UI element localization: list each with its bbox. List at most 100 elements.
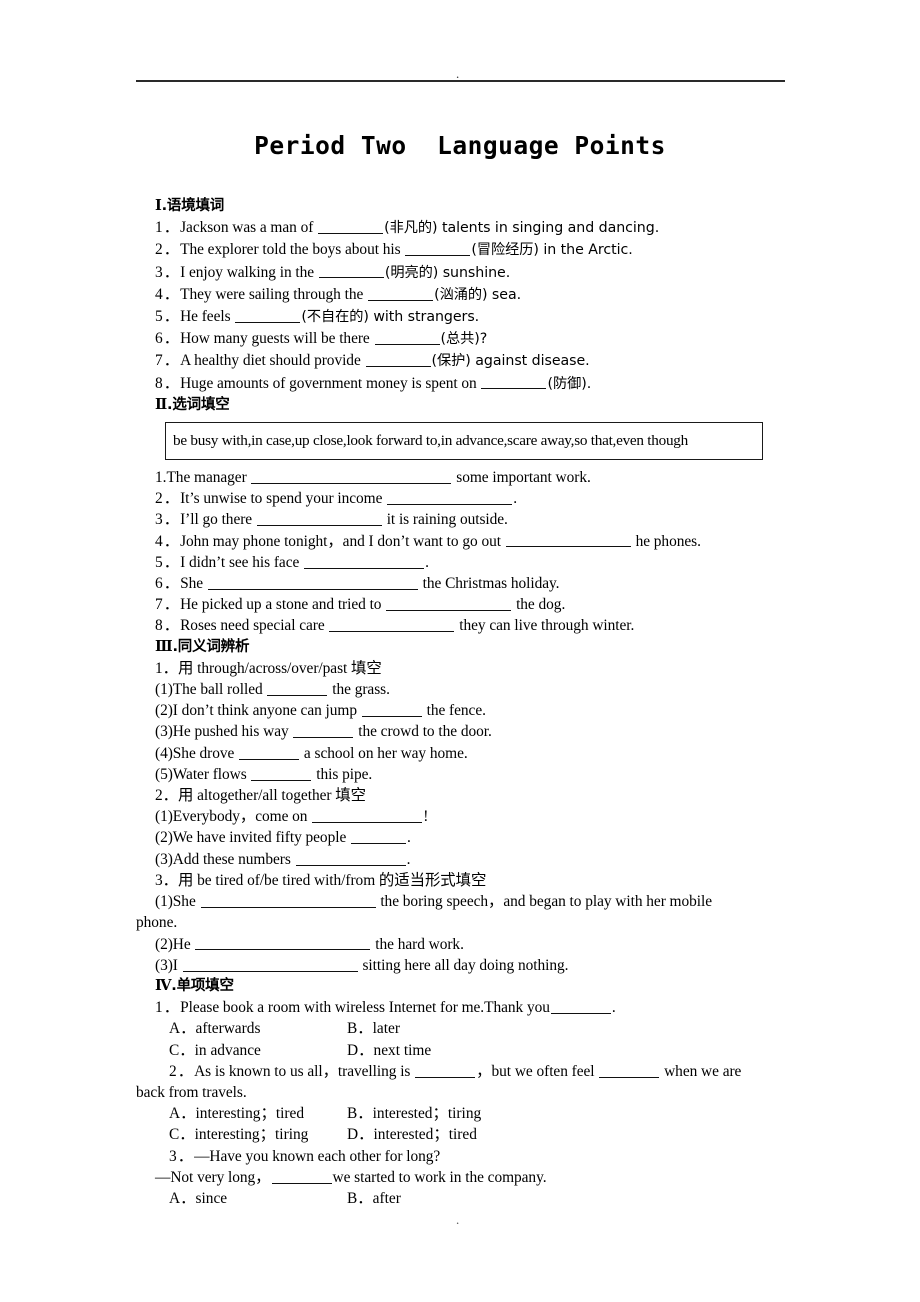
- item-number: 7．: [155, 352, 181, 370]
- blank-field[interactable]: [405, 241, 471, 257]
- blank-field[interactable]: [599, 1062, 660, 1078]
- item-text-b: (明亮的) sunshine.: [384, 264, 511, 281]
- blank-field[interactable]: [368, 286, 434, 301]
- item-text-b: (防御).: [547, 375, 592, 392]
- blank-field[interactable]: [386, 596, 512, 612]
- item-text-a: The explorer told the boys about his: [180, 241, 405, 259]
- section-heading-four: Ⅳ.单项填空: [136, 976, 786, 997]
- item-text-a: They were sailing through the: [180, 285, 368, 303]
- item-text-a: I’ll go there: [180, 511, 256, 529]
- mcq-option-row: C．in advance D．next time: [136, 1040, 786, 1061]
- blank-field[interactable]: [351, 829, 407, 845]
- exercise-item: (1)Everybody，come on !: [136, 806, 786, 827]
- item-number: (1): [155, 808, 173, 826]
- item-text-b: .: [425, 553, 429, 571]
- mcq-option-d[interactable]: D．interested；tired: [347, 1124, 477, 1145]
- section-heading-two: Ⅱ.选词填空: [136, 395, 786, 416]
- item-text-b: (汹涌的) sea.: [434, 286, 522, 303]
- item-number: 3．: [155, 511, 181, 529]
- exercise-item: 8．Roses need special care they can live …: [136, 615, 786, 636]
- blank-field[interactable]: [271, 1168, 332, 1184]
- item-number: 1．: [155, 219, 181, 237]
- item-text-a: I enjoy walking in the: [180, 263, 318, 281]
- blank-field[interactable]: [182, 956, 358, 972]
- blank-field[interactable]: [415, 1062, 476, 1078]
- item-text-a: He picked up a stone and tried to: [180, 596, 386, 614]
- blank-field[interactable]: [195, 935, 371, 951]
- blank-field[interactable]: [251, 469, 452, 484]
- exercise-item: (2)I don’t think anyone can jump the fen…: [136, 700, 786, 721]
- exercise-item: (3)He pushed his way the crowd to the do…: [136, 721, 786, 742]
- blank-field[interactable]: [235, 308, 301, 323]
- mcq-option-d[interactable]: D．next time: [347, 1040, 431, 1061]
- blank-field[interactable]: [267, 681, 328, 696]
- item-text-a: Jackson was a man of: [180, 219, 318, 237]
- item-text-b: (冒险经历) in the Arctic.: [471, 242, 633, 259]
- mcq-option-b[interactable]: B．interested；tiring: [347, 1103, 481, 1124]
- section-heading-three: Ⅲ.同义词辨析: [136, 637, 786, 658]
- mcq-option-row: A．interesting；tired B．interested；tiring: [136, 1103, 786, 1124]
- item-text-a: Huge amounts of government money is spen…: [180, 374, 481, 392]
- exercise-item: (3)Add these numbers .: [136, 849, 786, 870]
- footer-dot: .: [456, 1212, 460, 1227]
- item-text-a: She drove: [172, 744, 239, 762]
- mcq-option-b[interactable]: B．after: [347, 1188, 401, 1209]
- blank-field[interactable]: [293, 723, 354, 739]
- item-text-b: the dog.: [512, 596, 566, 614]
- item-text-b: the hard work.: [371, 935, 464, 953]
- blank-field[interactable]: [200, 893, 376, 908]
- blank-field[interactable]: [374, 330, 440, 346]
- mcq-option-c[interactable]: C．in advance: [169, 1040, 347, 1061]
- mcq-option-a[interactable]: A．since: [169, 1188, 347, 1209]
- exercise-item: 5．I didn’t see his face .: [136, 552, 786, 573]
- blank-field[interactable]: [329, 617, 455, 633]
- exercise-item: 1.The manager some important work.: [136, 467, 786, 488]
- item-text-a: She: [180, 575, 207, 593]
- blank-field[interactable]: [387, 490, 513, 506]
- section-heading-one: Ⅰ.语境填词: [136, 196, 786, 217]
- blank-field[interactable]: [365, 352, 431, 368]
- blank-field[interactable]: [481, 374, 547, 390]
- item-text-b: the Christmas holiday.: [418, 575, 560, 593]
- item-number: 2．: [155, 241, 181, 259]
- item-text-a: Roses need special care: [180, 617, 329, 635]
- mcq-option-b[interactable]: B．later: [347, 1018, 400, 1039]
- blank-field[interactable]: [295, 850, 406, 866]
- blank-field[interactable]: [239, 744, 300, 760]
- item-text-a: John may phone tonight，and I don’t want …: [180, 532, 505, 550]
- blank-field[interactable]: [312, 808, 423, 824]
- blank-field[interactable]: [318, 263, 384, 279]
- blank-field[interactable]: [550, 999, 611, 1014]
- exercise-item: (4)She drove a school on her way home.: [136, 743, 786, 764]
- blank-field[interactable]: [251, 766, 312, 781]
- mcq-option-c[interactable]: C．interesting；tiring: [169, 1124, 347, 1145]
- wrapped-line: phone.: [136, 914, 178, 932]
- item-text-a: I didn’t see his face: [180, 553, 304, 571]
- item-number: 3．: [155, 263, 181, 281]
- header-dot: .: [456, 66, 460, 81]
- mcq-option-row: A．afterwards B．later: [136, 1018, 786, 1039]
- worksheet-body: Ⅰ.语境填词 1．Jackson was a man of (非凡的) tale…: [136, 196, 786, 1209]
- blank-field[interactable]: [318, 219, 384, 235]
- exercise-item: 8．Huge amounts of government money is sp…: [136, 373, 786, 395]
- blank-field[interactable]: [304, 554, 425, 569]
- mcq-stem: 3．—Have you known each other for long?: [136, 1146, 786, 1167]
- item-text-b: .: [406, 850, 411, 868]
- blank-field[interactable]: [256, 511, 382, 527]
- item-text-a: She: [172, 893, 200, 911]
- item-number: 3．: [169, 1147, 195, 1165]
- mcq-option-a[interactable]: A．afterwards: [169, 1018, 347, 1039]
- exercise-item: (1)The ball rolled the grass.: [136, 679, 786, 700]
- item-number: (2): [155, 829, 173, 847]
- blank-field[interactable]: [361, 702, 422, 718]
- item-number: 2．: [155, 490, 181, 508]
- item-text-b: (保护) against disease.: [431, 353, 590, 370]
- blank-field[interactable]: [207, 575, 418, 590]
- blank-field[interactable]: [505, 532, 631, 548]
- item-number: 2．: [169, 1062, 195, 1080]
- item-number: 5．: [155, 553, 181, 571]
- item-text-b: he phones.: [631, 532, 701, 550]
- mcq-option-a[interactable]: A．interesting；tired: [169, 1103, 347, 1124]
- section-numeral-one: Ⅰ: [155, 198, 162, 214]
- section-numeral-four: Ⅳ: [155, 977, 172, 994]
